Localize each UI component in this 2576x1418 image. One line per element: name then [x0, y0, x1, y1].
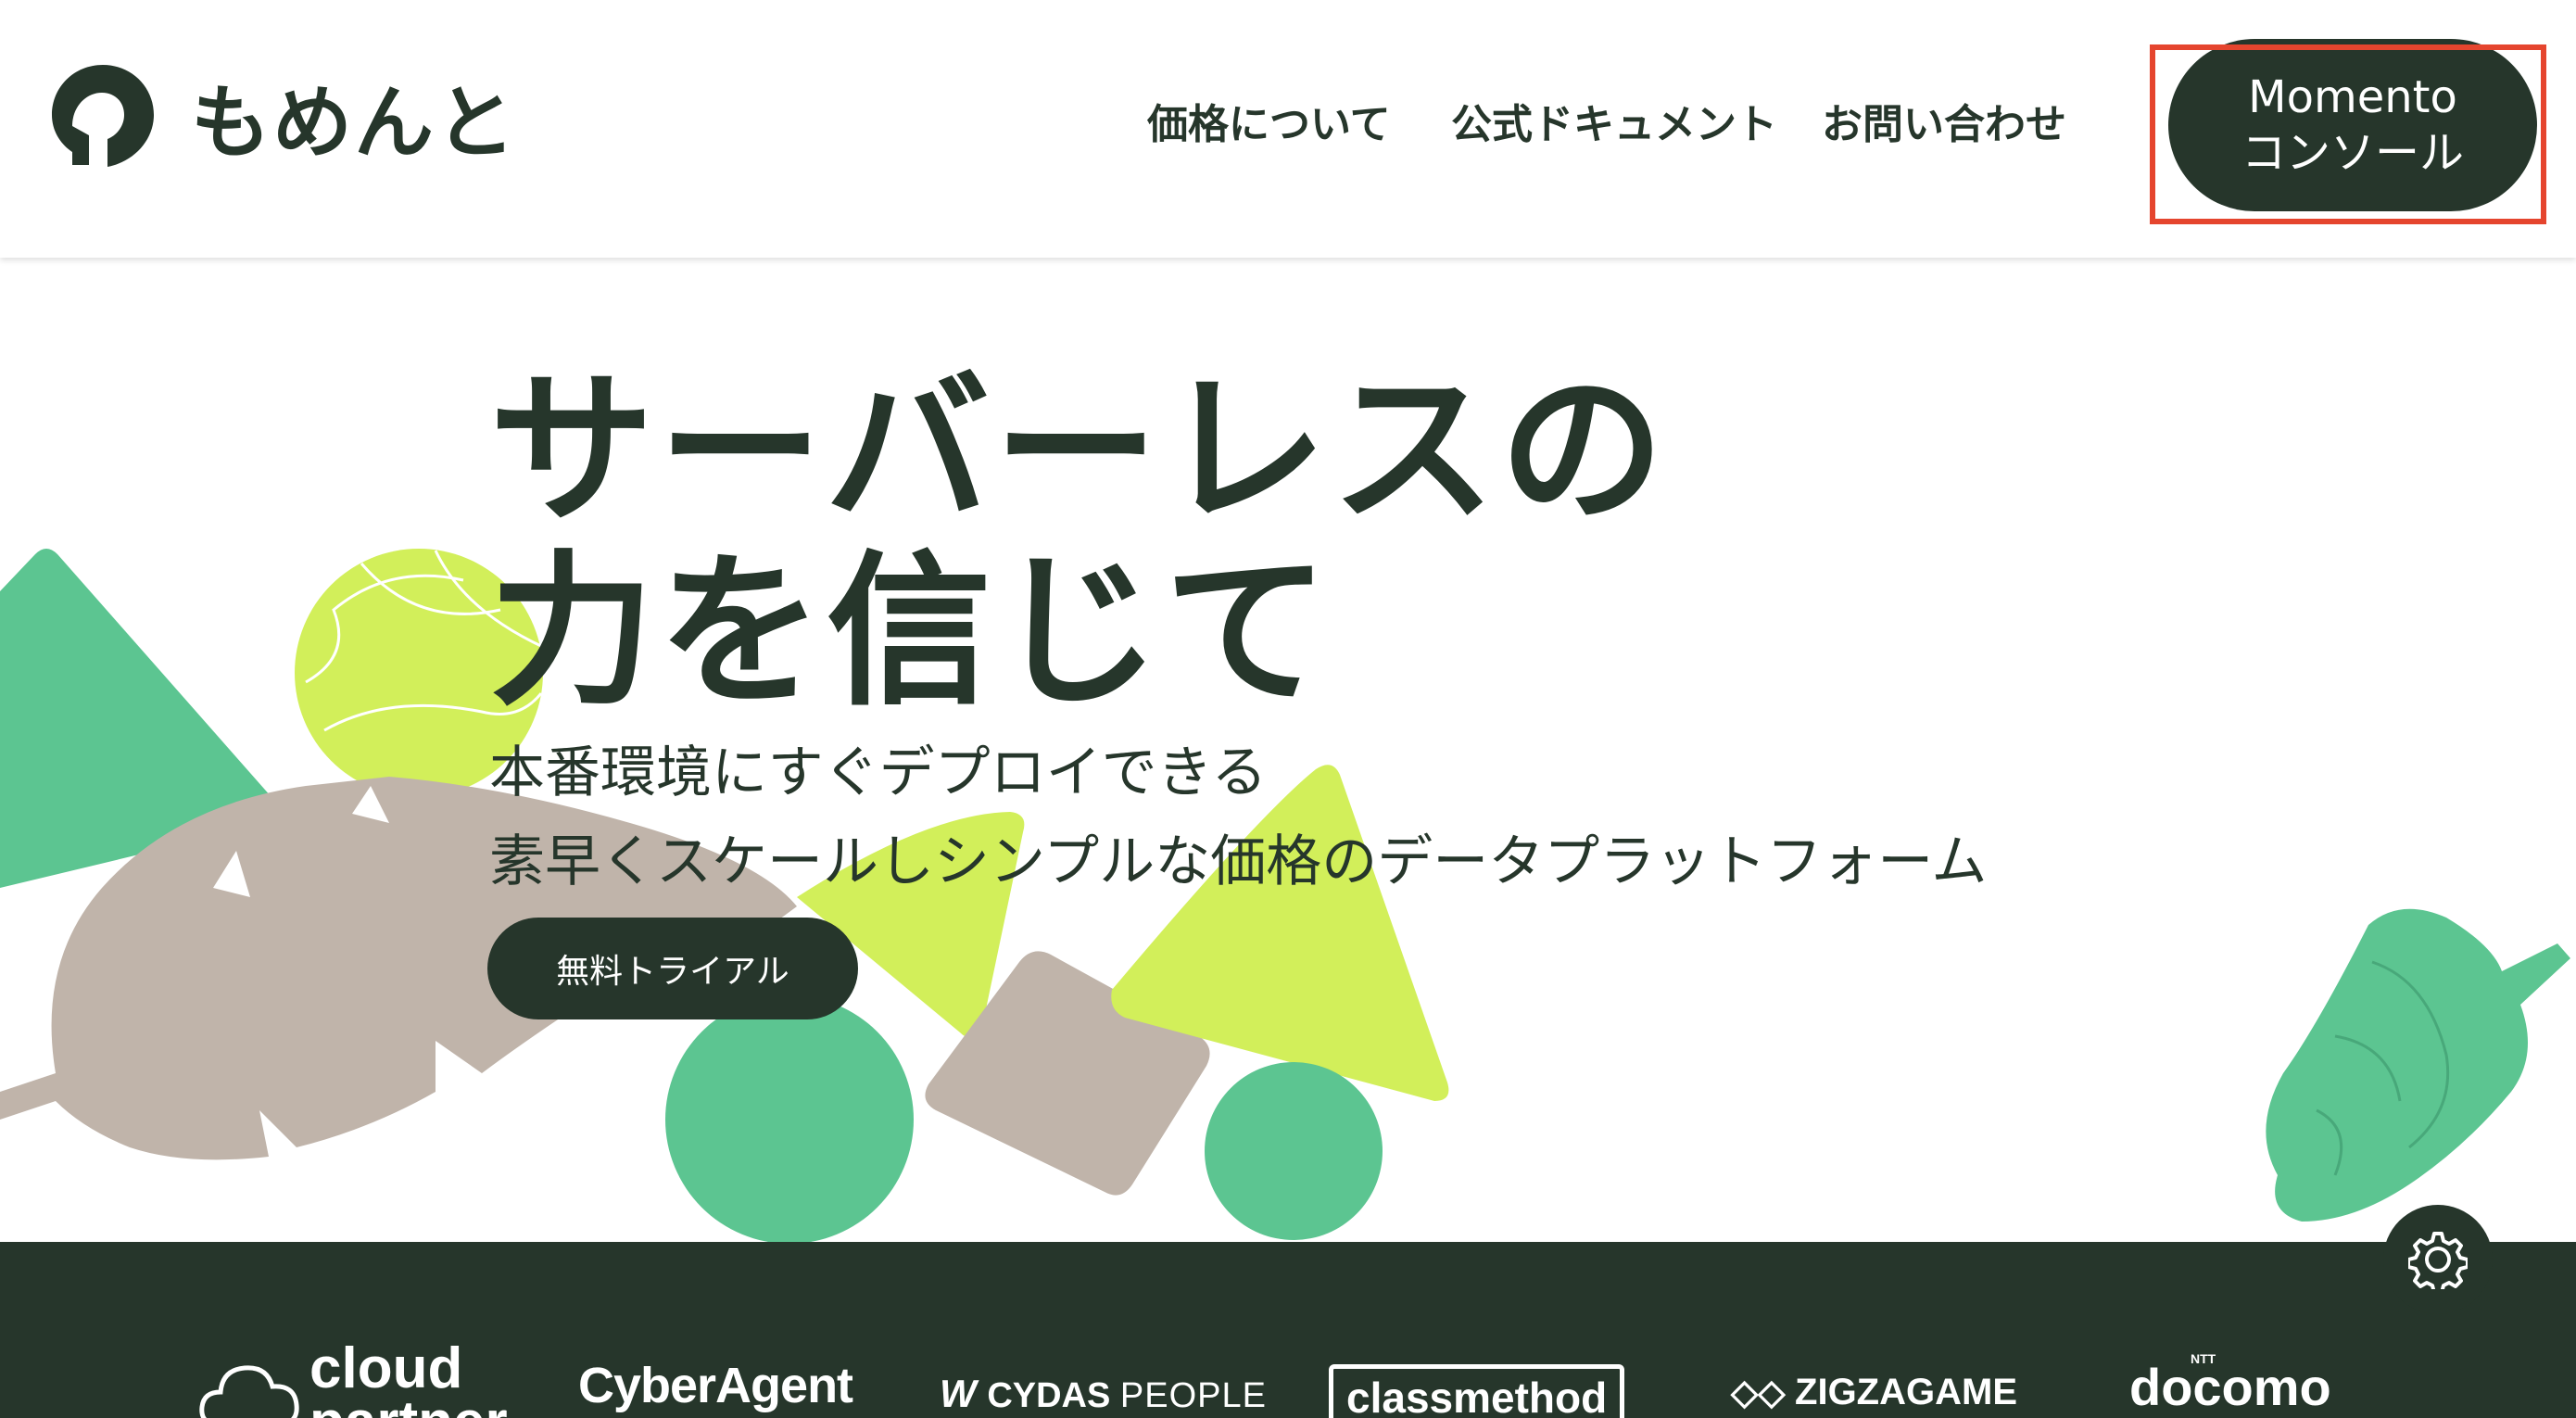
- zigzag-mark-icon: ◇◇: [1731, 1374, 1796, 1412]
- cydas-mark-icon: W: [940, 1372, 988, 1415]
- free-trial-button[interactable]: 無料トライアル: [487, 918, 858, 1019]
- hero-subtitle: 本番環境にすぐデプロイできる 素早くスケールしシンプルな価格のデータプラットフォ…: [489, 728, 1987, 906]
- partner-cydas-light: PEOPLE: [1119, 1376, 1267, 1415]
- settings-button[interactable]: [2383, 1205, 2493, 1314]
- hero-title-line1: サーバーレスの: [489, 354, 1669, 546]
- hero-title-line2: 力を信じて: [489, 536, 1332, 728]
- hero-section: サーバーレスの 力を信じて 本番環境にすぐデプロイできる 素早くスケールしシンプ…: [0, 258, 2576, 1242]
- partner-cydas-bold: CYDAS: [987, 1376, 1111, 1415]
- partner-zigzagame-name: ZIGZAGAME: [1795, 1372, 2017, 1412]
- partner-docomo-name: docomo: [2129, 1358, 2331, 1416]
- console-button-line2: コンソール: [2241, 127, 2464, 179]
- brand-name: もめんと: [191, 77, 517, 170]
- partner-classmethod: classmethod: [1329, 1364, 1625, 1418]
- partner-cyberagent: CyberAgent: [578, 1358, 853, 1413]
- cloud-icon: [199, 1365, 299, 1418]
- partner-docomo: NTT docomo: [2129, 1351, 2331, 1417]
- hero-subtitle-line1: 本番環境にすぐデプロイできる: [489, 741, 1268, 805]
- partner-zigzagame: ◇◇ ZIGZAGAME: [1731, 1372, 2017, 1413]
- logo[interactable]: もめんと: [48, 57, 517, 173]
- green-acorn-shape: [2266, 908, 2570, 1222]
- partner-docomo-sup: NTT: [2191, 1351, 2216, 1366]
- partner-cloudpartner-line1: cloud: [309, 1336, 463, 1400]
- hero-subtitle-line2: 素早くスケールしシンプルな価格のデータプラットフォーム: [489, 829, 1988, 894]
- partner-cydas-people: W CYDAS PEOPLE: [940, 1372, 1267, 1416]
- nav-docs-link[interactable]: 公式ドキュメント: [1451, 91, 1777, 150]
- green-circle-shape: [665, 995, 914, 1242]
- nav-pricing-link[interactable]: 価格について: [1147, 91, 1391, 150]
- partner-cloudpartner-line2: partner: [309, 1394, 508, 1418]
- partner-logo-band: cloud partner CyberAgent W CYDAS PEOPLE …: [0, 1242, 2576, 1418]
- gear-icon: [2408, 1232, 2468, 1289]
- bird-head-icon: [52, 64, 154, 167]
- site-header: もめんと 価格について 公式ドキュメント お問い合わせ Momento コンソー…: [0, 0, 2576, 258]
- nav-contact-link[interactable]: お問い合わせ: [1822, 91, 2066, 150]
- hero-title: サーバーレスの 力を信じて: [489, 360, 1668, 723]
- momento-console-button[interactable]: Momento コンソール: [2168, 39, 2537, 211]
- console-button-line1: Momento: [2248, 71, 2457, 123]
- green-small-circle-shape: [1205, 1062, 1383, 1240]
